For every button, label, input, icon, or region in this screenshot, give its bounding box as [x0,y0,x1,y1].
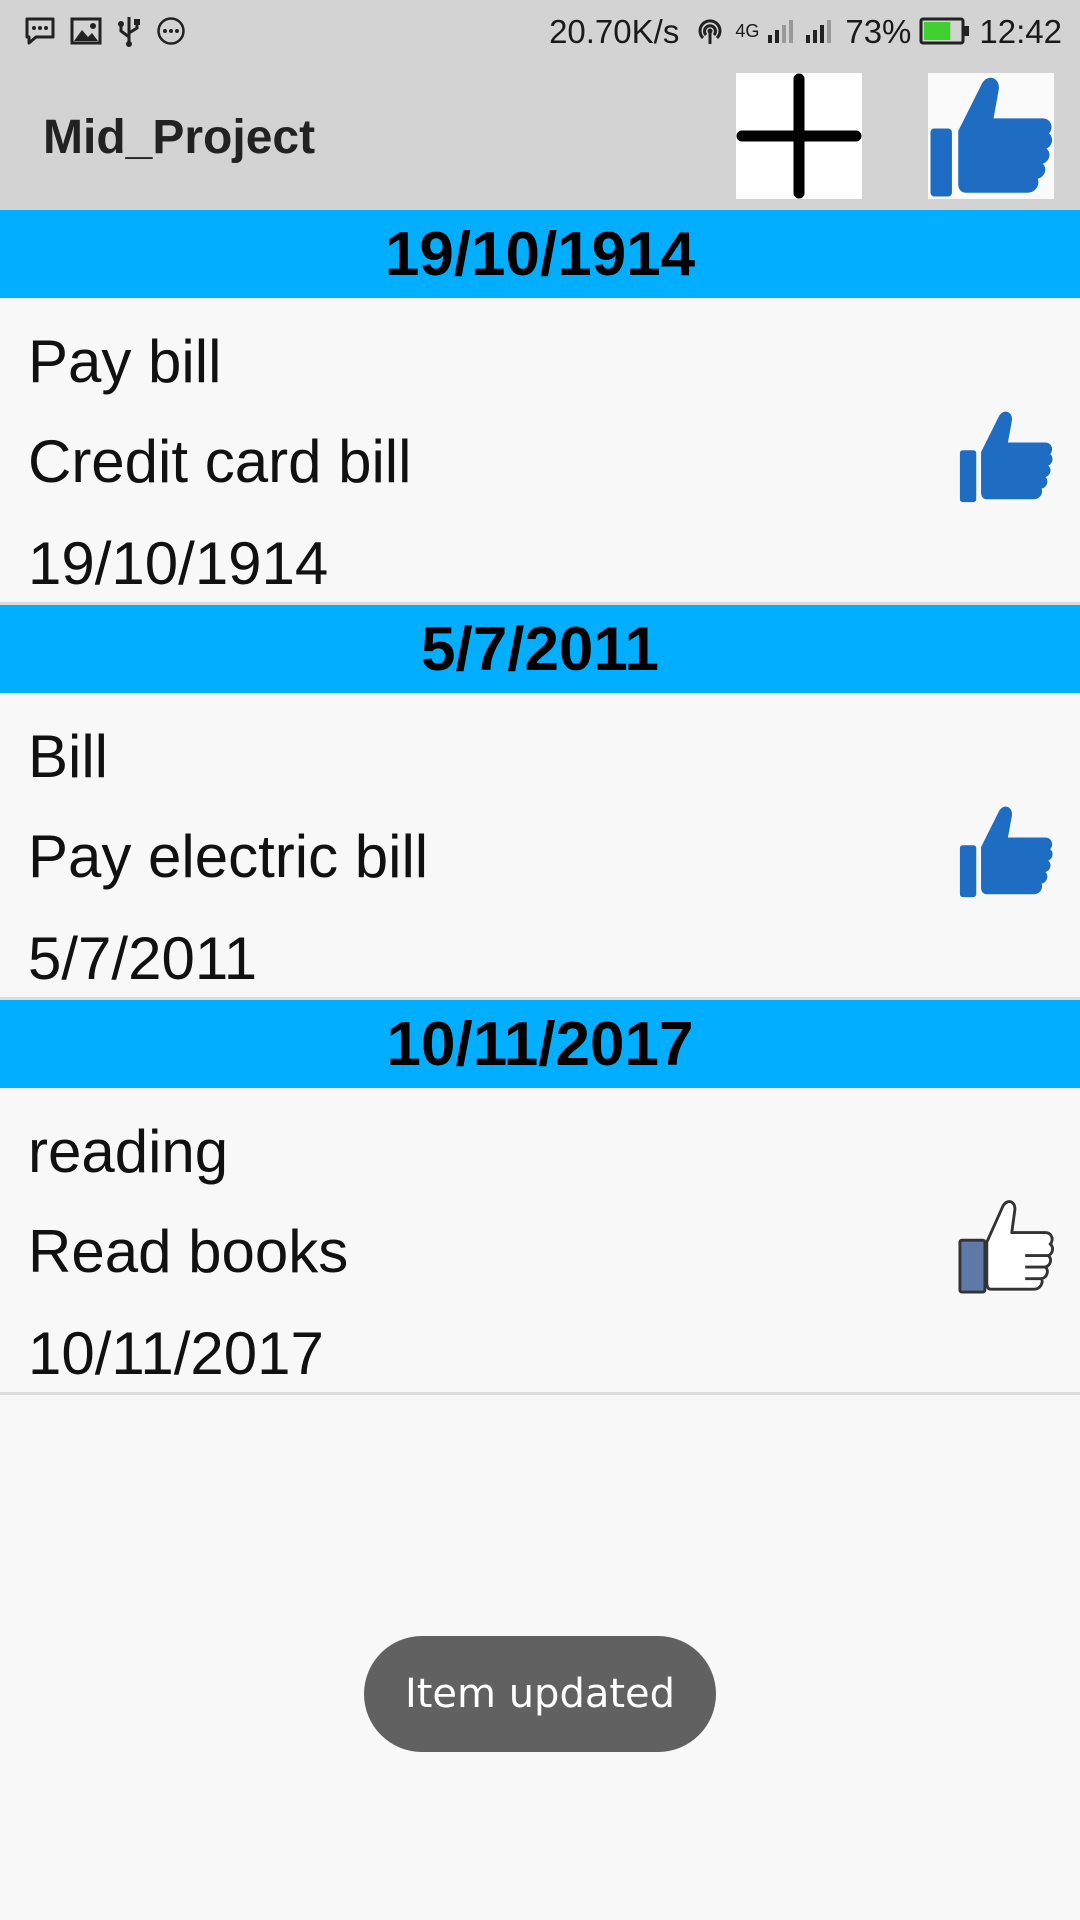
status-right: 20.70K/s 4G 73% 12:42 [549,15,1062,48]
app-title: Mid_Project [43,111,316,164]
status-left [24,15,200,47]
item-description: Pay electric bill [28,823,429,890]
item-title: Pay bill [28,328,222,395]
item-description: Credit card bill [28,428,412,495]
app-bar: Mid_Project [0,62,1080,210]
usb-icon [118,17,140,47]
clock: 12:42 [979,12,1062,50]
list-item[interactable]: reading Read books 10/11/2017 [0,1088,1080,1395]
item-title: Bill [28,723,109,790]
hotspot-icon [698,19,722,44]
signal-icon [768,20,794,43]
item-date: 19/10/1914 [28,530,329,597]
add-icon [736,73,862,199]
section-header: 5/7/2011 [0,605,1080,693]
toast-message: Item updated [364,1636,716,1752]
thumbs-up-icon [930,77,1053,197]
section-header: 19/10/1914 [0,210,1080,298]
thumbs-up-filled-icon[interactable] [958,803,1054,899]
section-header: 10/11/2017 [0,1000,1080,1088]
like-button[interactable] [928,73,1054,199]
battery-icon [919,17,970,45]
add-button[interactable] [736,73,862,199]
thumbs-up-filled-icon[interactable] [958,408,1054,504]
more-icon [157,17,185,45]
status-bar: 20.70K/s 4G 73% 12:42 [0,0,1080,62]
item-date: 5/7/2011 [28,925,258,992]
todo-list: 19/10/1914 Pay bill Credit card bill 19/… [0,210,1080,1395]
item-description: Read books [28,1218,349,1285]
signal-icon-2 [806,20,832,43]
network-type: 4G [735,21,760,41]
message-icon [25,17,55,45]
battery-percent: 73% [845,12,912,50]
thumbs-up-outline-icon[interactable] [958,1198,1054,1294]
list-item[interactable]: Pay bill Credit card bill 19/10/1914 [0,298,1080,605]
image-icon [70,17,102,45]
item-title: reading [28,1118,229,1185]
net-speed: 20.70K/s [549,12,680,50]
item-date: 10/11/2017 [28,1320,324,1387]
list-item[interactable]: Bill Pay electric bill 5/7/2011 [0,693,1080,1000]
